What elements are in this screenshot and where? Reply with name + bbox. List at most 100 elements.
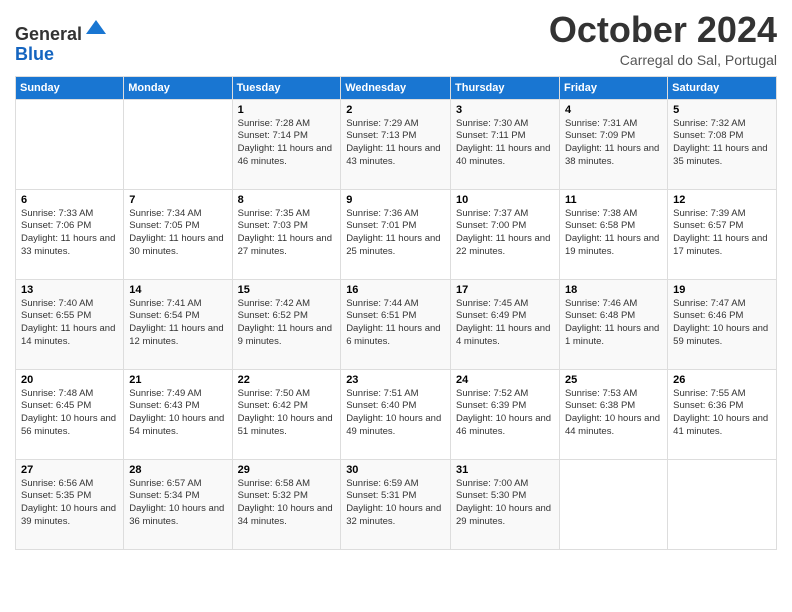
calendar-cell: 3 Sunrise: 7:30 AMSunset: 7:11 PMDayligh…	[451, 99, 560, 189]
day-detail: Sunrise: 7:31 AMSunset: 7:09 PMDaylight:…	[565, 118, 659, 167]
day-detail: Sunrise: 7:50 AMSunset: 6:42 PMDaylight:…	[238, 388, 333, 437]
calendar-cell: 15 Sunrise: 7:42 AMSunset: 6:52 PMDaylig…	[232, 279, 341, 369]
day-detail: Sunrise: 7:36 AMSunset: 7:01 PMDaylight:…	[346, 208, 440, 257]
day-detail: Sunrise: 7:46 AMSunset: 6:48 PMDaylight:…	[565, 298, 659, 347]
calendar-cell	[668, 459, 777, 549]
day-detail: Sunrise: 7:52 AMSunset: 6:39 PMDaylight:…	[456, 388, 551, 437]
day-detail: Sunrise: 6:57 AMSunset: 5:34 PMDaylight:…	[129, 478, 224, 527]
weekday-header: Friday	[559, 76, 667, 99]
day-number: 1	[238, 104, 336, 116]
calendar-week-row: 6 Sunrise: 7:33 AMSunset: 7:06 PMDayligh…	[16, 189, 777, 279]
calendar-cell: 1 Sunrise: 7:28 AMSunset: 7:14 PMDayligh…	[232, 99, 341, 189]
day-detail: Sunrise: 7:41 AMSunset: 6:54 PMDaylight:…	[129, 298, 223, 347]
calendar-cell: 28 Sunrise: 6:57 AMSunset: 5:34 PMDaylig…	[124, 459, 232, 549]
day-number: 9	[346, 194, 445, 206]
day-detail: Sunrise: 7:53 AMSunset: 6:38 PMDaylight:…	[565, 388, 660, 437]
day-number: 21	[129, 374, 226, 386]
day-number: 25	[565, 374, 662, 386]
day-number: 31	[456, 464, 554, 476]
calendar-cell: 8 Sunrise: 7:35 AMSunset: 7:03 PMDayligh…	[232, 189, 341, 279]
day-number: 16	[346, 284, 445, 296]
day-detail: Sunrise: 6:58 AMSunset: 5:32 PMDaylight:…	[238, 478, 333, 527]
logo-blue: Blue	[15, 44, 54, 64]
day-detail: Sunrise: 7:28 AMSunset: 7:14 PMDaylight:…	[238, 118, 332, 167]
calendar-week-row: 1 Sunrise: 7:28 AMSunset: 7:14 PMDayligh…	[16, 99, 777, 189]
day-number: 18	[565, 284, 662, 296]
calendar-header: SundayMondayTuesdayWednesdayThursdayFrid…	[16, 76, 777, 99]
day-number: 8	[238, 194, 336, 206]
day-detail: Sunrise: 7:39 AMSunset: 6:57 PMDaylight:…	[673, 208, 767, 257]
calendar-cell: 25 Sunrise: 7:53 AMSunset: 6:38 PMDaylig…	[559, 369, 667, 459]
calendar-week-row: 13 Sunrise: 7:40 AMSunset: 6:55 PMDaylig…	[16, 279, 777, 369]
day-number: 20	[21, 374, 118, 386]
calendar-cell: 9 Sunrise: 7:36 AMSunset: 7:01 PMDayligh…	[341, 189, 451, 279]
calendar-cell: 12 Sunrise: 7:39 AMSunset: 6:57 PMDaylig…	[668, 189, 777, 279]
calendar-cell: 5 Sunrise: 7:32 AMSunset: 7:08 PMDayligh…	[668, 99, 777, 189]
weekday-header: Thursday	[451, 76, 560, 99]
day-number: 5	[673, 104, 771, 116]
page-header: General Blue October 2024 Carregal do Sa…	[15, 10, 777, 68]
day-number: 4	[565, 104, 662, 116]
weekday-header: Saturday	[668, 76, 777, 99]
day-number: 13	[21, 284, 118, 296]
calendar-cell: 24 Sunrise: 7:52 AMSunset: 6:39 PMDaylig…	[451, 369, 560, 459]
calendar-cell: 13 Sunrise: 7:40 AMSunset: 6:55 PMDaylig…	[16, 279, 124, 369]
day-detail: Sunrise: 7:51 AMSunset: 6:40 PMDaylight:…	[346, 388, 441, 437]
title-block: October 2024 Carregal do Sal, Portugal	[549, 10, 777, 68]
day-number: 30	[346, 464, 445, 476]
day-detail: Sunrise: 7:40 AMSunset: 6:55 PMDaylight:…	[21, 298, 115, 347]
day-detail: Sunrise: 7:48 AMSunset: 6:45 PMDaylight:…	[21, 388, 116, 437]
day-detail: Sunrise: 7:49 AMSunset: 6:43 PMDaylight:…	[129, 388, 224, 437]
logo-text: General Blue	[15, 16, 108, 65]
logo-general: General	[15, 24, 82, 44]
day-detail: Sunrise: 7:44 AMSunset: 6:51 PMDaylight:…	[346, 298, 440, 347]
calendar-cell: 18 Sunrise: 7:46 AMSunset: 6:48 PMDaylig…	[559, 279, 667, 369]
day-number: 10	[456, 194, 554, 206]
day-number: 12	[673, 194, 771, 206]
day-number: 7	[129, 194, 226, 206]
calendar-cell: 16 Sunrise: 7:44 AMSunset: 6:51 PMDaylig…	[341, 279, 451, 369]
calendar-cell	[16, 99, 124, 189]
day-number: 23	[346, 374, 445, 386]
calendar-table: SundayMondayTuesdayWednesdayThursdayFrid…	[15, 76, 777, 550]
calendar-cell: 22 Sunrise: 7:50 AMSunset: 6:42 PMDaylig…	[232, 369, 341, 459]
day-detail: Sunrise: 7:35 AMSunset: 7:03 PMDaylight:…	[238, 208, 332, 257]
calendar-cell	[559, 459, 667, 549]
day-detail: Sunrise: 6:59 AMSunset: 5:31 PMDaylight:…	[346, 478, 441, 527]
calendar-week-row: 20 Sunrise: 7:48 AMSunset: 6:45 PMDaylig…	[16, 369, 777, 459]
logo: General Blue	[15, 16, 108, 65]
calendar-cell: 6 Sunrise: 7:33 AMSunset: 7:06 PMDayligh…	[16, 189, 124, 279]
day-number: 2	[346, 104, 445, 116]
weekday-header: Monday	[124, 76, 232, 99]
calendar-week-row: 27 Sunrise: 6:56 AMSunset: 5:35 PMDaylig…	[16, 459, 777, 549]
day-detail: Sunrise: 7:30 AMSunset: 7:11 PMDaylight:…	[456, 118, 550, 167]
day-detail: Sunrise: 6:56 AMSunset: 5:35 PMDaylight:…	[21, 478, 116, 527]
calendar-cell: 17 Sunrise: 7:45 AMSunset: 6:49 PMDaylig…	[451, 279, 560, 369]
calendar-cell: 19 Sunrise: 7:47 AMSunset: 6:46 PMDaylig…	[668, 279, 777, 369]
day-detail: Sunrise: 7:33 AMSunset: 7:06 PMDaylight:…	[21, 208, 115, 257]
day-number: 28	[129, 464, 226, 476]
day-detail: Sunrise: 7:38 AMSunset: 6:58 PMDaylight:…	[565, 208, 659, 257]
calendar-cell: 7 Sunrise: 7:34 AMSunset: 7:05 PMDayligh…	[124, 189, 232, 279]
weekday-header-row: SundayMondayTuesdayWednesdayThursdayFrid…	[16, 76, 777, 99]
calendar-cell: 27 Sunrise: 6:56 AMSunset: 5:35 PMDaylig…	[16, 459, 124, 549]
day-detail: Sunrise: 7:45 AMSunset: 6:49 PMDaylight:…	[456, 298, 550, 347]
day-detail: Sunrise: 7:00 AMSunset: 5:30 PMDaylight:…	[456, 478, 551, 527]
day-detail: Sunrise: 7:55 AMSunset: 6:36 PMDaylight:…	[673, 388, 768, 437]
calendar-cell	[124, 99, 232, 189]
day-number: 11	[565, 194, 662, 206]
day-detail: Sunrise: 7:37 AMSunset: 7:00 PMDaylight:…	[456, 208, 550, 257]
calendar-cell: 26 Sunrise: 7:55 AMSunset: 6:36 PMDaylig…	[668, 369, 777, 459]
calendar-cell: 14 Sunrise: 7:41 AMSunset: 6:54 PMDaylig…	[124, 279, 232, 369]
day-number: 26	[673, 374, 771, 386]
day-number: 15	[238, 284, 336, 296]
day-number: 6	[21, 194, 118, 206]
weekday-header: Sunday	[16, 76, 124, 99]
day-number: 17	[456, 284, 554, 296]
calendar-cell: 20 Sunrise: 7:48 AMSunset: 6:45 PMDaylig…	[16, 369, 124, 459]
day-number: 22	[238, 374, 336, 386]
calendar-cell: 2 Sunrise: 7:29 AMSunset: 7:13 PMDayligh…	[341, 99, 451, 189]
day-detail: Sunrise: 7:29 AMSunset: 7:13 PMDaylight:…	[346, 118, 440, 167]
day-number: 27	[21, 464, 118, 476]
calendar-cell: 29 Sunrise: 6:58 AMSunset: 5:32 PMDaylig…	[232, 459, 341, 549]
